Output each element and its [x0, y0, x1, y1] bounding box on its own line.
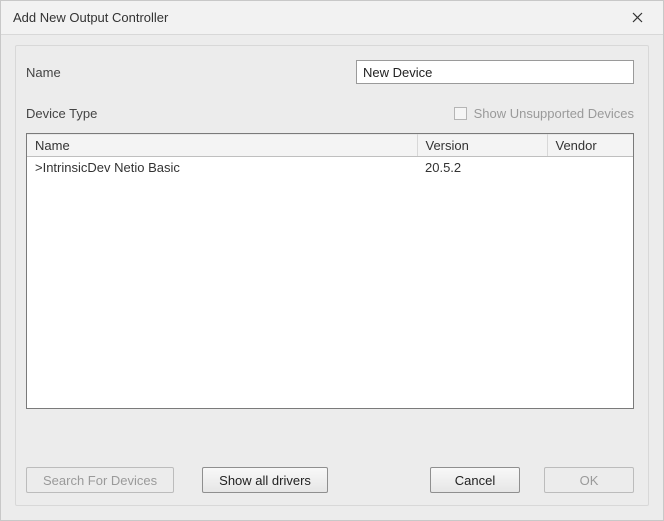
name-label: Name	[26, 65, 356, 80]
show-all-drivers-button[interactable]: Show all drivers	[202, 467, 328, 493]
checkbox-icon	[454, 107, 467, 120]
column-header-name[interactable]: Name	[27, 135, 417, 157]
device-table: Name Version Vendor >IntrinsicDev Netio …	[26, 133, 634, 409]
cancel-button[interactable]: Cancel	[430, 467, 520, 493]
close-button[interactable]	[621, 6, 653, 30]
device-type-row: Device Type Show Unsupported Devices	[16, 84, 648, 129]
close-icon	[632, 12, 643, 23]
device-type-label: Device Type	[26, 106, 356, 121]
dialog-body: Name Device Type Show Unsupported Device…	[15, 45, 649, 506]
name-input[interactable]	[356, 60, 634, 84]
show-unsupported-label: Show Unsupported Devices	[474, 106, 634, 121]
titlebar: Add New Output Controller	[1, 1, 663, 35]
table-header-row: Name Version Vendor	[27, 135, 633, 157]
cell-vendor	[547, 157, 633, 179]
ok-button: OK	[544, 467, 634, 493]
cell-name: >IntrinsicDev Netio Basic	[27, 157, 417, 179]
button-row: Search For Devices Show all drivers Canc…	[26, 467, 634, 493]
show-unsupported-checkbox: Show Unsupported Devices	[454, 106, 634, 121]
cell-version: 20.5.2	[417, 157, 547, 179]
dialog-add-output-controller: Add New Output Controller Name Device Ty…	[0, 0, 664, 521]
dialog-title: Add New Output Controller	[13, 10, 168, 25]
column-header-vendor[interactable]: Vendor	[547, 135, 633, 157]
search-for-devices-button: Search For Devices	[26, 467, 174, 493]
column-header-version[interactable]: Version	[417, 135, 547, 157]
table-row[interactable]: >IntrinsicDev Netio Basic 20.5.2	[27, 157, 633, 179]
name-row: Name	[16, 46, 648, 84]
